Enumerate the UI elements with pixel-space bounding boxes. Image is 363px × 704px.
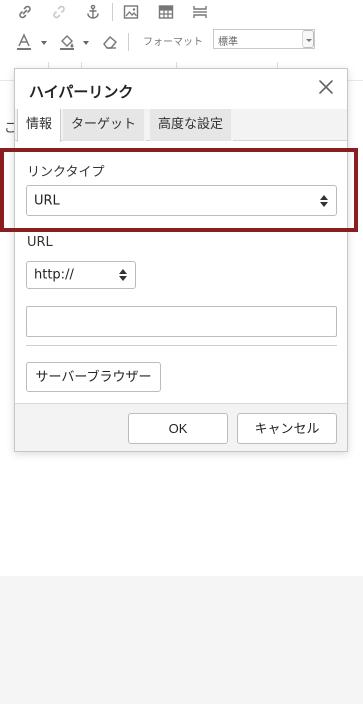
unlink-icon[interactable] — [48, 2, 70, 22]
format-select-value: 標準 — [218, 37, 238, 48]
url-input[interactable] — [26, 306, 337, 337]
url-label: URL — [27, 235, 53, 250]
dialog-footer: OK キャンセル — [15, 403, 347, 451]
dialog-title: ハイパーリンク — [29, 83, 134, 101]
hyperlink-dialog: ハイパーリンク 情報 ターゲット 高度な設定 リンクタイプ URL URL ht… — [14, 68, 348, 452]
highlight-frame — [0, 148, 358, 232]
protocol-select[interactable]: http:// — [26, 261, 136, 289]
toolbar-separator — [112, 3, 113, 21]
close-icon[interactable] — [317, 78, 335, 96]
divider — [26, 345, 337, 346]
tab-bar: 情報 ターゲット 高度な設定 — [15, 109, 347, 142]
remove-format-icon[interactable] — [100, 32, 120, 52]
select-arrows-icon — [119, 269, 127, 281]
text-color-icon[interactable] — [14, 32, 34, 52]
tab-advanced[interactable]: 高度な設定 — [150, 109, 234, 141]
chevron-down-icon[interactable] — [302, 30, 314, 48]
toolbar-separator — [128, 33, 129, 51]
protocol-value: http:// — [34, 267, 74, 283]
cancel-button[interactable]: キャンセル — [237, 413, 337, 444]
format-label: フォーマット — [143, 37, 203, 48]
image-icon[interactable] — [120, 2, 142, 22]
link-icon[interactable] — [14, 2, 36, 22]
text-color-caret-icon[interactable] — [41, 41, 47, 45]
anchor-icon[interactable] — [82, 2, 104, 22]
server-browser-button[interactable]: サーバーブラウザー — [26, 362, 161, 392]
page-background — [0, 576, 363, 704]
tab-info[interactable]: 情報 — [17, 109, 62, 142]
ok-button[interactable]: OK — [128, 413, 228, 444]
page-break-icon[interactable] — [189, 2, 211, 22]
table-icon[interactable] — [155, 2, 177, 22]
tab-target[interactable]: ターゲット — [63, 109, 147, 141]
background-color-icon[interactable] — [57, 32, 77, 52]
background-color-caret-icon[interactable] — [83, 41, 89, 45]
format-select[interactable]: 標準 — [213, 29, 315, 49]
